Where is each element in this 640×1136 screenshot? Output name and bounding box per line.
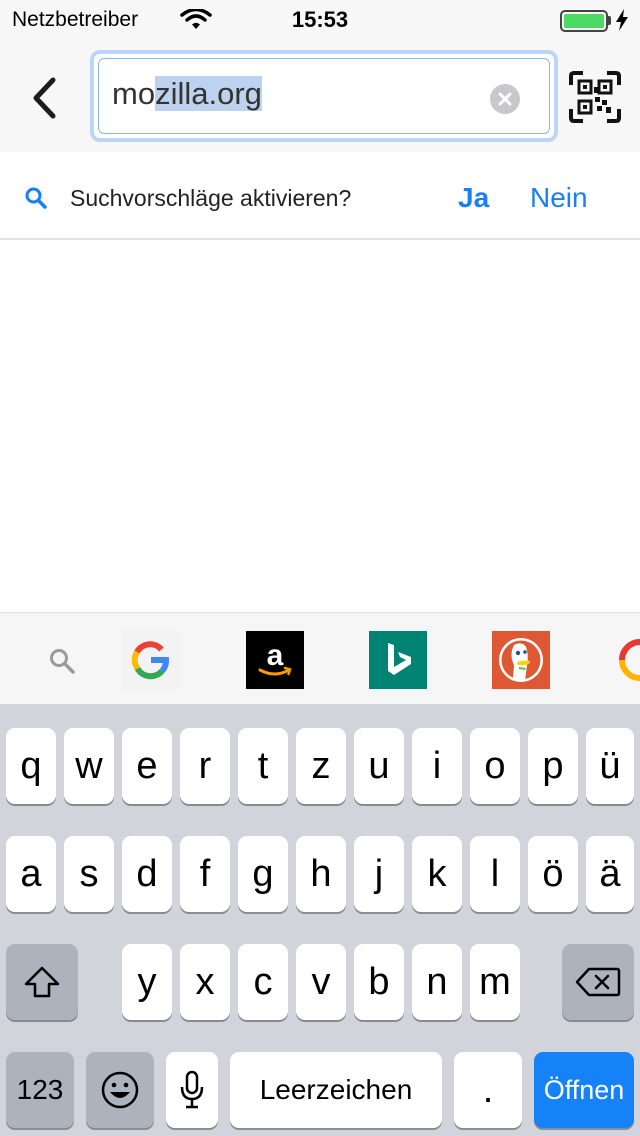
shift-key[interactable] xyxy=(6,944,78,1020)
key-o[interactable]: o xyxy=(470,728,520,804)
no-button[interactable]: Nein xyxy=(530,182,588,214)
key-x[interactable]: x xyxy=(180,944,230,1020)
battery-icon xyxy=(560,10,608,32)
key-c[interactable]: c xyxy=(238,944,288,1020)
prompt-text: Suchvorschläge aktivieren? xyxy=(70,185,352,211)
search-icon xyxy=(25,187,47,209)
url-bar: mozilla.org xyxy=(0,40,640,152)
key-q[interactable]: q xyxy=(6,728,56,804)
space-key[interactable]: Leerzeichen xyxy=(230,1052,442,1128)
key-s[interactable]: s xyxy=(64,836,114,912)
dictation-key[interactable] xyxy=(166,1052,218,1128)
key-i[interactable]: i xyxy=(412,728,462,804)
key-f[interactable]: f xyxy=(180,836,230,912)
url-text[interactable]: mozilla.org xyxy=(112,76,262,112)
partial-engine-button[interactable] xyxy=(614,631,640,689)
key-d[interactable]: d xyxy=(122,836,172,912)
bing-logo-icon xyxy=(388,643,411,675)
key-k[interactable]: k xyxy=(412,836,462,912)
amazon-engine-button[interactable]: a xyxy=(246,631,304,689)
url-input[interactable]: mozilla.org xyxy=(90,50,558,142)
key-w[interactable]: w xyxy=(64,728,114,804)
key-t[interactable]: t xyxy=(238,728,288,804)
period-key[interactable]: . xyxy=(454,1052,522,1128)
url-prefix: mo xyxy=(112,76,156,111)
microphone-icon xyxy=(180,1070,204,1109)
search-suggestions-prompt: Suchvorschläge aktivieren? Ja Nein xyxy=(0,152,640,240)
qr-code-scan-icon xyxy=(569,71,621,123)
amazon-logo-icon: a xyxy=(258,639,292,676)
bing-engine-button[interactable] xyxy=(369,631,427,689)
google-engine-button[interactable] xyxy=(122,631,180,689)
go-key[interactable]: Öffnen xyxy=(534,1052,634,1128)
charging-bolt-icon xyxy=(616,9,628,31)
backspace-key[interactable] xyxy=(562,944,634,1020)
partial-engine-icon xyxy=(619,639,640,681)
back-button[interactable] xyxy=(22,68,66,128)
key-ue[interactable]: ü xyxy=(586,728,634,804)
chevron-left-icon xyxy=(33,77,56,119)
key-n[interactable]: n xyxy=(412,944,462,1020)
key-m[interactable]: m xyxy=(470,944,520,1020)
google-logo-icon xyxy=(131,641,169,680)
status-bar: Netzbetreiber 15:53 xyxy=(0,0,640,40)
key-j[interactable]: j xyxy=(354,836,404,912)
battery-tip xyxy=(608,16,611,25)
clear-icon[interactable] xyxy=(490,84,520,114)
shift-arrow-icon xyxy=(24,966,60,998)
key-b[interactable]: b xyxy=(354,944,404,1020)
key-v[interactable]: v xyxy=(296,944,346,1020)
yes-button[interactable]: Ja xyxy=(458,182,489,214)
clear-x-glyph xyxy=(498,92,512,106)
key-h[interactable]: h xyxy=(296,836,346,912)
key-a[interactable]: a xyxy=(6,836,56,912)
keyboard: q w e r t z u i o p ü a s d f g h j k l … xyxy=(0,704,640,1136)
key-g[interactable]: g xyxy=(238,836,288,912)
backspace-icon xyxy=(575,967,621,997)
key-p[interactable]: p xyxy=(528,728,578,804)
qr-code-scan-button[interactable] xyxy=(568,70,622,124)
svg-text:a: a xyxy=(267,639,284,672)
key-r[interactable]: r xyxy=(180,728,230,804)
search-icon xyxy=(50,649,75,674)
emoji-icon xyxy=(101,1071,139,1109)
key-y[interactable]: y xyxy=(122,944,172,1020)
key-oe[interactable]: ö xyxy=(528,836,578,912)
key-e[interactable]: e xyxy=(122,728,172,804)
status-time: 15:53 xyxy=(291,7,349,32)
numbers-key[interactable]: 123 xyxy=(6,1052,74,1128)
emoji-key[interactable] xyxy=(86,1052,154,1128)
key-u[interactable]: u xyxy=(354,728,404,804)
duckduckgo-logo-icon xyxy=(499,638,543,682)
search-engine-bar: a xyxy=(0,612,640,704)
key-l[interactable]: l xyxy=(470,836,520,912)
duckduckgo-engine-button[interactable] xyxy=(492,631,550,689)
key-z[interactable]: z xyxy=(296,728,346,804)
key-ae[interactable]: ä xyxy=(586,836,634,912)
url-selected-text: zilla.org xyxy=(155,76,262,111)
